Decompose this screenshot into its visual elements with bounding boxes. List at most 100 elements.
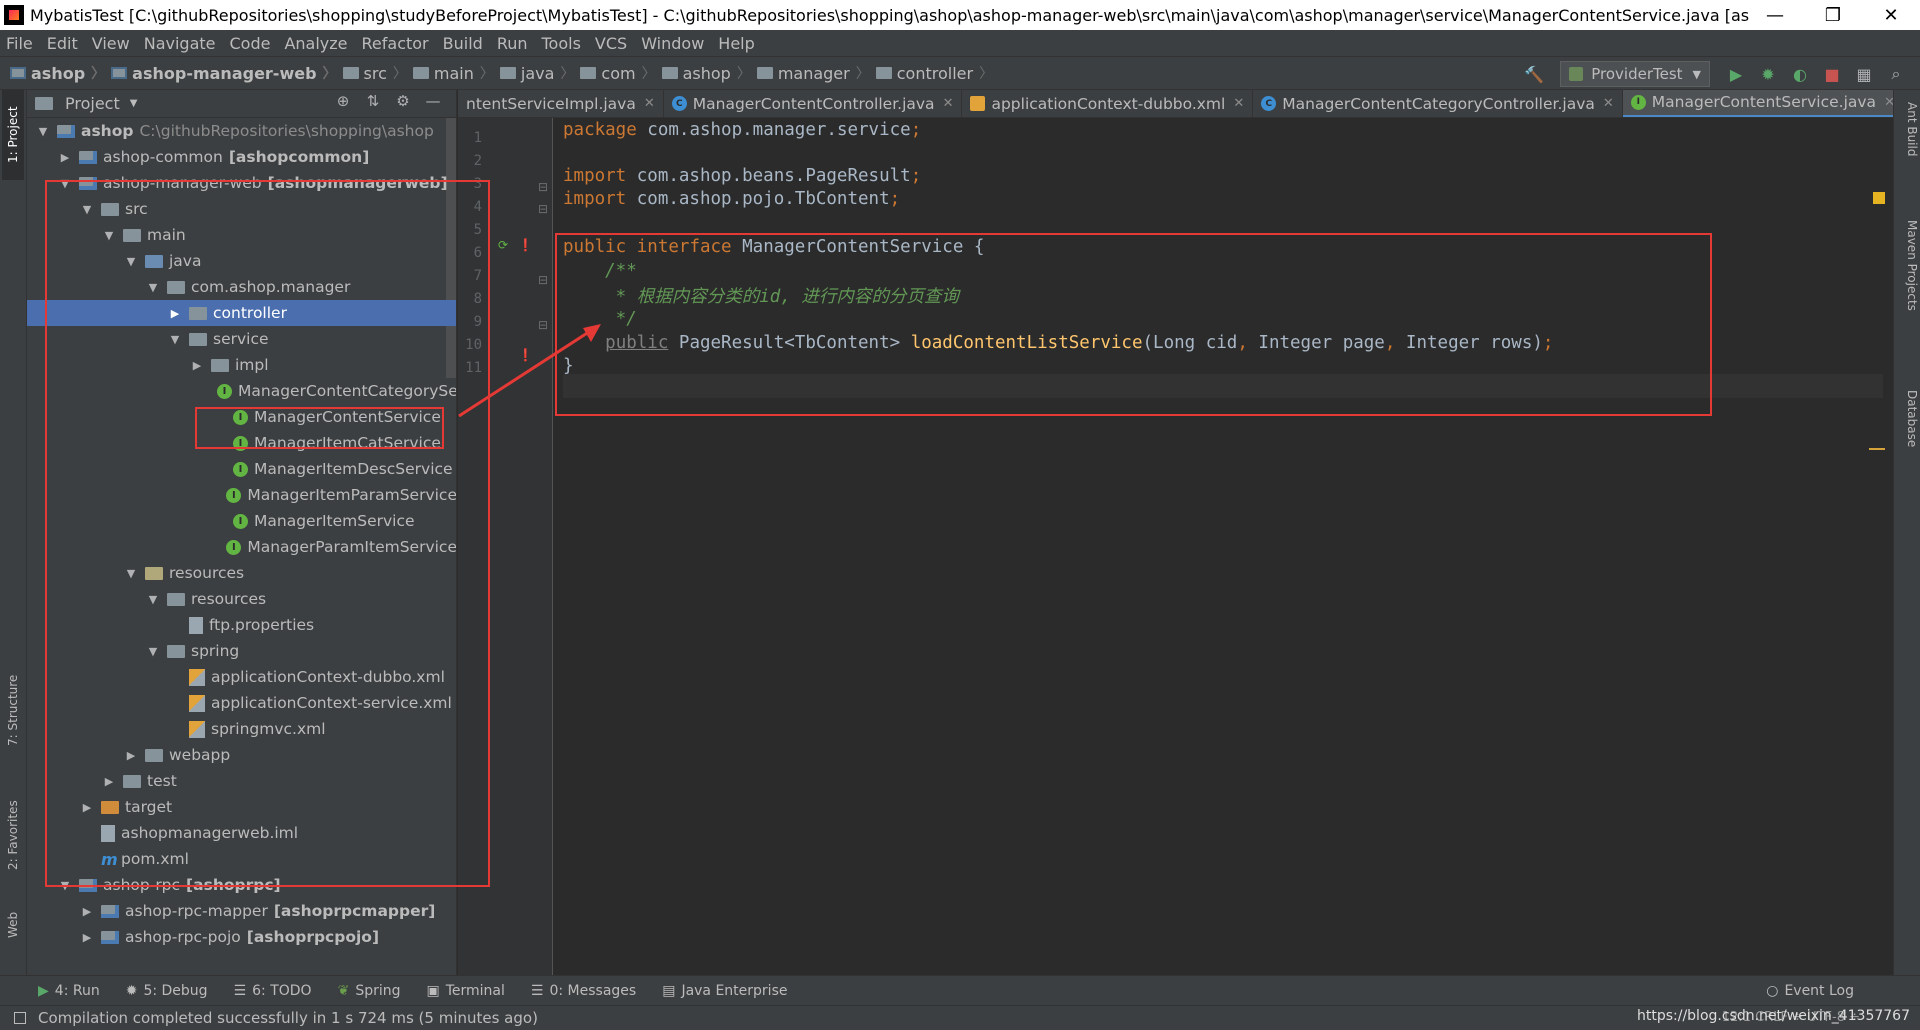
tab-manager-content-category-controller[interactable]: C ManagerContentCategoryController.java ✕ [1253,90,1623,117]
menu-view[interactable]: View [92,34,130,53]
tool-tab-database[interactable]: Database [1897,390,1919,447]
tree-item-ashop-common[interactable]: ▶ ashop-common [ashopcommon] [27,144,456,170]
menu-tools[interactable]: Tools [542,34,581,53]
tool-tab-project[interactable]: 1: Project [2,90,24,180]
fold-icon[interactable]: ⊟ [538,273,548,287]
tool-tab-terminal[interactable]: ▣ Terminal [427,983,505,999]
menu-navigate[interactable]: Navigate [144,34,216,53]
right-tool-window-strip: Ant Build Maven Projects Database [1893,90,1920,975]
breadcrumb-java[interactable]: java 〉 [499,63,574,83]
tool-tab-todo[interactable]: ☰ 6: TODO [234,983,312,999]
fold-icon[interactable]: ⊟ [538,180,548,194]
line-number: 2 [473,153,482,169]
stop-icon[interactable]: ■ [1820,62,1844,86]
tool-tab-messages[interactable]: ☰ 0: Messages [531,983,636,999]
menu-code[interactable]: Code [230,34,271,53]
breadcrumb-main[interactable]: main 〉 [412,63,494,83]
collapse-arrow-icon[interactable]: ▶ [79,931,95,944]
expand-arrow-icon[interactable]: ▼ [35,125,51,138]
close-button[interactable]: ✕ [1862,0,1920,30]
project-structure-icon[interactable]: ▦ [1852,62,1876,86]
terminal-icon: ▣ [426,982,440,999]
menu-build[interactable]: Build [443,34,483,53]
breadcrumb-ashop-manager-web[interactable]: ashop-manager-web 〉 [111,63,337,83]
tool-tab-java-enterprise[interactable]: ▤ Java Enterprise [662,983,787,999]
folder-icon [661,67,678,79]
close-tab-icon[interactable]: ✕ [1884,95,1893,110]
hide-panel-icon[interactable]: — [418,92,448,110]
tool-tab-maven-projects[interactable]: Maven Projects [1897,220,1919,311]
toggle-tool-windows-icon[interactable] [14,1012,26,1024]
breadcrumb-com[interactable]: com 〉 [580,63,656,83]
run-icon: ▶ [38,982,49,999]
chevron-down-icon[interactable]: ▼ [130,98,138,109]
collapse-arrow-icon[interactable]: ▶ [79,905,95,918]
module-folder-icon [10,67,26,79]
code-line-1: package com.ashop.manager.service; [563,120,922,140]
tool-tab-event-log[interactable]: ○ Event Log [1766,983,1854,999]
debug-icon[interactable]: ✹ [1756,62,1780,86]
menu-analyze[interactable]: Analyze [284,34,347,53]
warning-stripe[interactable] [1869,448,1885,450]
menu-help[interactable]: Help [718,34,754,53]
menu-edit[interactable]: Edit [47,34,78,53]
search-icon[interactable]: ⌕ [1884,62,1908,86]
tool-tab-run[interactable]: ▶ 4: Run [38,983,100,999]
editor-tab-bar: ntentServiceImpl.java ✕ C ManagerContentCo… [458,90,1893,118]
project-view-selector[interactable]: Project [65,94,120,113]
breadcrumb-ashop[interactable]: ashop 〉 [10,63,105,83]
breadcrumb-manager[interactable]: manager 〉 [756,63,870,83]
menu-vcs[interactable]: VCS [595,34,627,53]
annotation-box-code [555,233,1712,416]
collapse-all-icon[interactable]: ⇅ [358,92,388,110]
restore-button[interactable]: ❐ [1804,0,1862,30]
run-icon[interactable]: ▶ [1724,62,1748,86]
tab-manager-content-controller[interactable]: C ManagerContentController.java ✕ [664,90,963,117]
run-configuration-select[interactable]: ProviderTest ▼ [1560,61,1710,87]
tool-tab-debug[interactable]: ✹ 5: Debug [126,983,208,999]
minimize-button[interactable]: — [1746,0,1804,30]
coverage-icon[interactable]: ◐ [1788,62,1812,86]
breadcrumb-controller[interactable]: controller 〉 [875,63,993,83]
build-hammer-icon[interactable]: 🔨 [1522,62,1546,86]
tool-tab-web[interactable]: Web [2,900,24,950]
todo-icon: ☰ [233,982,247,999]
tree-item-ashop-rpc-pojo[interactable]: ▶ ashop-rpc-pojo [ashoprpcpojo] [27,924,456,950]
implemented-icon[interactable]: ⟳ [498,238,508,252]
close-tab-icon[interactable]: ✕ [1603,96,1614,111]
collapse-arrow-icon[interactable]: ▶ [57,151,73,164]
tool-tab-spring[interactable]: ❦ Spring [338,983,401,999]
folder-icon [342,67,359,79]
window-title-bar: MybatisTest [C:\githubRepositories\shopp… [0,0,1920,30]
fold-icon[interactable]: ⊟ [538,202,548,216]
folder-icon [875,67,892,79]
implementation-down-arrow-icon[interactable]: ❗ [518,238,533,252]
tree-item-ashop[interactable]: ▼ ashop C:\githubRepositories\shopping\as… [27,118,456,144]
breadcrumb-src[interactable]: src 〉 [342,63,407,83]
close-tab-icon[interactable]: ✕ [1233,96,1244,111]
breadcrumb-ashop-pkg[interactable]: ashop 〉 [661,63,751,83]
menu-run[interactable]: Run [497,34,528,53]
status-bar: Compilation completed successfully in 1 … [0,1005,1920,1030]
spring-leaf-icon: ❦ [337,982,350,999]
menu-refactor[interactable]: Refactor [362,34,429,53]
close-tab-icon[interactable]: ✕ [943,96,954,111]
gear-icon[interactable]: ⚙ [388,92,418,110]
menu-window[interactable]: Window [641,34,704,53]
tab-manager-content-service[interactable]: IManagerContentService.java✕ [1622,90,1893,117]
analysis-status-icon[interactable] [1873,192,1885,204]
module-folder-icon [79,150,97,164]
folder-icon [756,67,773,79]
folder-icon [580,67,597,79]
scroll-from-source-icon[interactable]: ⊕ [328,92,358,110]
xml-file-icon [970,96,986,111]
tool-tab-favorites[interactable]: 2: Favorites [2,790,24,880]
tool-tab-structure[interactable]: 7: Structure [2,665,24,755]
tool-tab-ant-build[interactable]: Ant Build [1897,102,1919,156]
tab-content-service-impl[interactable]: ntentServiceImpl.java ✕ [458,90,664,117]
tab-application-context-dubbo[interactable]: applicationContext-dubbo.xml ✕ [962,90,1254,117]
close-tab-icon[interactable]: ✕ [644,96,655,111]
menu-file[interactable]: File [6,34,33,53]
tree-item-ashop-rpc-mapper[interactable]: ▶ ashop-rpc-mapper [ashoprpcmapper] [27,898,456,924]
class-icon: C [671,96,687,111]
